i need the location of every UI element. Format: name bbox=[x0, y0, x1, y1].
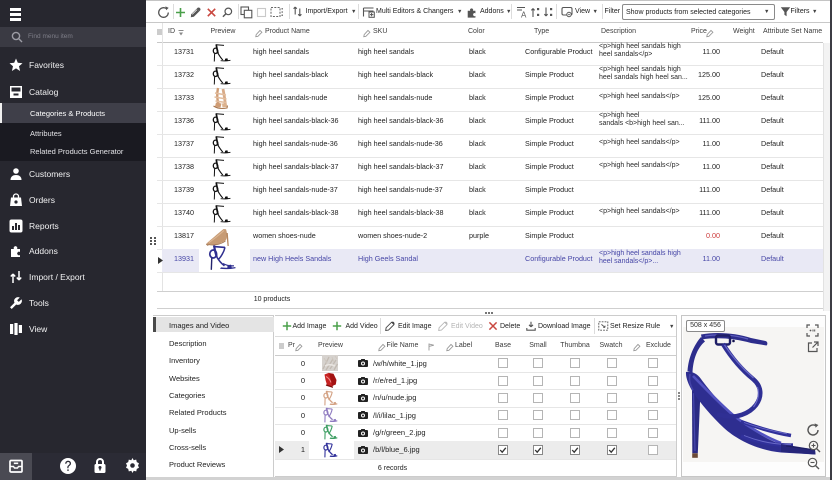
svg-text:A: A bbox=[521, 11, 527, 19]
